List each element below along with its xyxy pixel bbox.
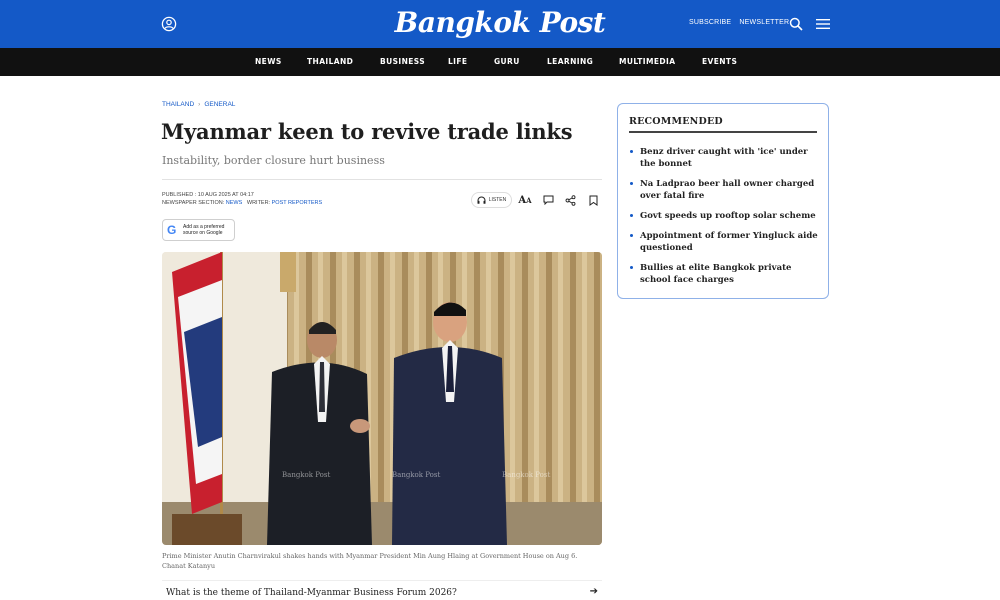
- recommended-item-text: Govt speeds up rooftop solar scheme: [640, 211, 816, 221]
- section-label: NEWSPAPER SECTION:: [162, 200, 226, 206]
- google-line-2: source on Google: [183, 230, 223, 236]
- share-icon: [565, 194, 575, 206]
- bullet-icon: [630, 182, 633, 185]
- nav-item-guru[interactable]: GURU: [494, 57, 520, 66]
- google-preferred-source-button[interactable]: G Add as a preferred source on Google: [162, 219, 235, 241]
- breadcrumb-separator-icon: ›: [198, 101, 201, 108]
- bullet-icon: [630, 214, 633, 217]
- recommended-item-text: Bullies at elite Bangkok private school …: [640, 263, 792, 285]
- recommended-item[interactable]: Benz driver caught with 'ice' under the …: [630, 146, 820, 170]
- share-button[interactable]: [562, 192, 578, 208]
- bookmark-button[interactable]: [585, 192, 601, 208]
- section-link[interactable]: NEWS: [226, 200, 243, 206]
- search-icon[interactable]: [789, 17, 803, 31]
- recommended-item[interactable]: Na Ladprao beer hall owner charged over …: [630, 178, 820, 202]
- article-photo[interactable]: Bangkok Post Bangkok Post Bangkok Post: [162, 252, 602, 545]
- photo-credit: Chanat Katanyu: [162, 562, 216, 570]
- recommended-item-text: Appointment of former Yingluck aide ques…: [640, 231, 818, 253]
- arrow-right-icon: ➔: [589, 586, 598, 597]
- comment-icon: [543, 195, 553, 205]
- photo-watermark: Bangkok Post: [502, 471, 550, 479]
- writer-link[interactable]: POST REPORTERS: [272, 200, 323, 206]
- photo-watermark: Bangkok Post: [392, 471, 440, 479]
- google-icon: G: [167, 223, 177, 237]
- recommended-item[interactable]: Bullies at elite Bangkok private school …: [630, 262, 820, 286]
- photo-caption: Prime Minister Anutin Charnvirakul shake…: [162, 551, 612, 571]
- recommended-box: RECOMMENDED Benz driver caught with 'ice…: [617, 103, 829, 299]
- published-meta: PUBLISHED : 10 AUG 2025 AT 04:17: [162, 192, 254, 198]
- hamburger-menu-icon[interactable]: [816, 18, 830, 30]
- faq-question[interactable]: What is the theme of Thailand-Myanmar Bu…: [162, 580, 602, 600]
- recommended-item[interactable]: Appointment of former Yingluck aide ques…: [630, 230, 820, 254]
- nav-item-life[interactable]: LIFE: [448, 57, 467, 66]
- top-links: SUBSCRIBE NEWSLETTER: [689, 19, 795, 26]
- nav-item-events[interactable]: EVENTS: [702, 57, 737, 66]
- headphones-icon: [477, 196, 486, 204]
- faq-question-text: What is the theme of Thailand-Myanmar Bu…: [166, 588, 457, 598]
- published-date: 10 AUG 2025 AT 04:17: [197, 192, 254, 198]
- nav-item-thailand[interactable]: THAILAND: [307, 57, 353, 66]
- photo-watermark: Bangkok Post: [282, 471, 330, 479]
- recommended-item-text: Benz driver caught with 'ice' under the …: [640, 147, 808, 169]
- nav-item-news[interactable]: NEWS: [255, 57, 282, 66]
- writer-label: WRITER:: [246, 200, 272, 206]
- subscribe-link[interactable]: SUBSCRIBE: [689, 19, 731, 26]
- listen-button[interactable]: LISTEN: [471, 192, 512, 208]
- newsletter-link[interactable]: NEWSLETTER: [739, 19, 789, 26]
- photo-illustration: Bangkok Post Bangkok Post Bangkok Post: [162, 252, 602, 545]
- article-subhead: Instability, border closure hurt busines…: [162, 154, 385, 167]
- breadcrumb-general[interactable]: GENERAL: [204, 101, 235, 108]
- google-button-text: Add as a preferred source on Google: [183, 224, 224, 236]
- nav-item-business[interactable]: BUSINESS: [380, 57, 425, 66]
- recommended-list: Benz driver caught with 'ice' under the …: [630, 146, 820, 294]
- font-size-icon: AA: [518, 194, 532, 206]
- bullet-icon: [630, 266, 633, 269]
- site-logo[interactable]: Bangkok Post: [0, 6, 1000, 39]
- section-writer-meta: NEWSPAPER SECTION: NEWS WRITER: POST REP…: [162, 200, 322, 206]
- top-bar: Bangkok Post SUBSCRIBE NEWSLETTER: [0, 0, 1000, 48]
- recommended-title: RECOMMENDED: [629, 116, 723, 127]
- nav-item-multimedia[interactable]: MULTIMEDIA: [619, 57, 675, 66]
- recommended-rule: [629, 131, 817, 133]
- bullet-icon: [630, 234, 633, 237]
- breadcrumb-thailand[interactable]: THAILAND: [162, 101, 194, 108]
- breadcrumb: THAILAND › GENERAL: [162, 101, 235, 108]
- divider: [162, 179, 602, 180]
- main-nav: NEWS THAILAND BUSINESS LIFE GURU LEARNIN…: [0, 48, 1000, 76]
- caption-text: Prime Minister Anutin Charnvirakul shake…: [162, 552, 578, 560]
- comment-button[interactable]: [540, 192, 556, 208]
- published-label: PUBLISHED :: [162, 192, 198, 198]
- nav-item-learning[interactable]: LEARNING: [547, 57, 593, 66]
- bookmark-icon: [589, 195, 597, 206]
- article-headline: Myanmar keen to revive trade links: [161, 119, 573, 144]
- recommended-item-text: Na Ladprao beer hall owner charged over …: [640, 179, 815, 201]
- font-size-button[interactable]: AA: [517, 192, 533, 208]
- recommended-item[interactable]: Govt speeds up rooftop solar scheme: [630, 210, 820, 222]
- listen-label: LISTEN: [488, 197, 507, 203]
- bullet-icon: [630, 150, 633, 153]
